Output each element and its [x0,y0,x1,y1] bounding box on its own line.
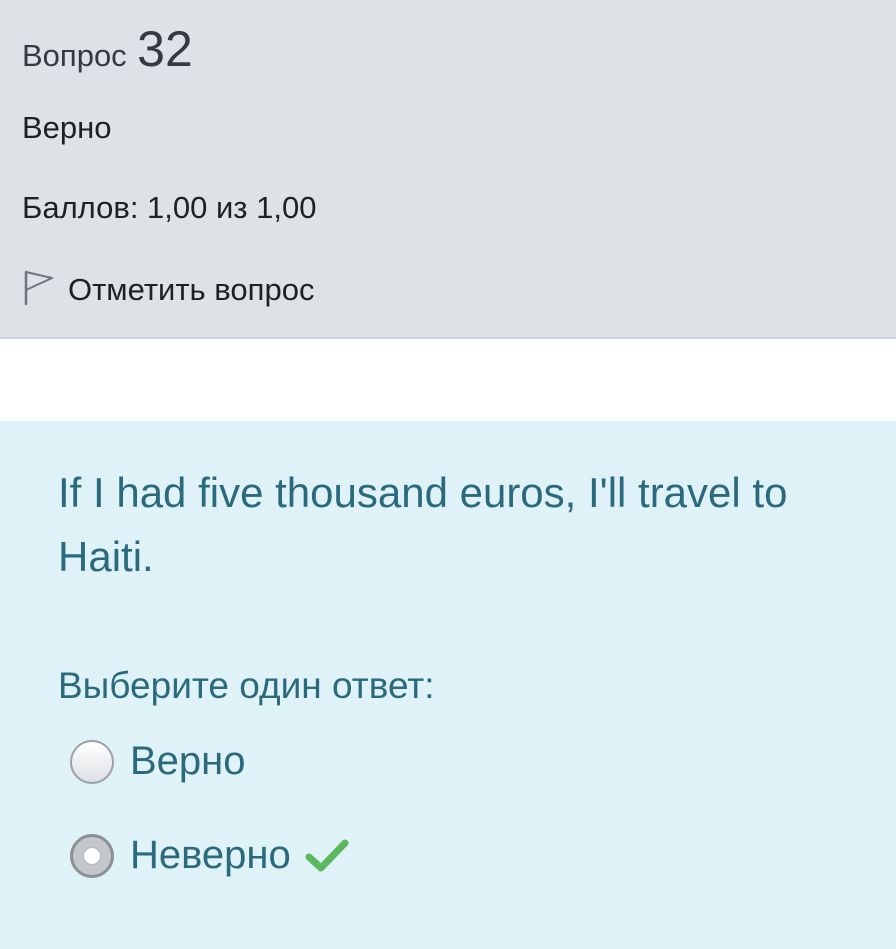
answer-prompt: Выберите один ответ: [58,665,435,706]
question-info-panel: Вопрос 32 Верно Баллов: 1,00 из 1,00 Отм… [0,0,896,339]
answer-label: Неверно [130,833,291,877]
radio-true[interactable] [70,739,114,784]
answer-label: Верно [130,739,246,783]
flag-outline-icon [22,268,56,311]
question-label: Вопрос [22,38,127,73]
question-grade: Баллов: 1,00 из 1,00 [22,190,317,225]
checkmark-icon [305,839,349,871]
question-title: Вопрос 32 [22,20,193,78]
question-text: If I had five thousand euros, I'll trave… [58,469,788,580]
question-state: Верно [22,110,112,145]
answer-option-true[interactable]: Верно [70,739,246,784]
answer-option-false[interactable]: Неверно [70,833,349,878]
flag-question-label: Отметить вопрос [68,271,315,307]
question-number: 32 [137,21,193,77]
question-formulation: If I had five thousand euros, I'll trave… [0,421,896,949]
flag-question-button[interactable]: Отметить вопрос [22,268,314,311]
radio-false[interactable] [70,833,114,878]
